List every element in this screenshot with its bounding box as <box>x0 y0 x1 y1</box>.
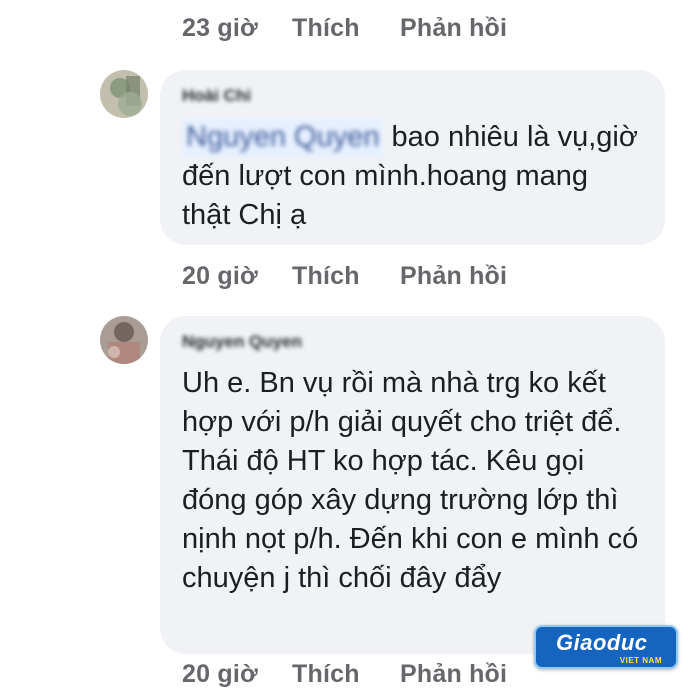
mention-tag[interactable]: Nguyen Quyen <box>182 118 384 157</box>
comment-actions: 20 giờ Thích Phản hồi <box>182 262 507 291</box>
comment-bubble: Hoài Chi Nguyen Quyen bao nhiêu là vụ,gi… <box>160 70 665 245</box>
comment-author[interactable]: Nguyen Quyen <box>182 332 643 358</box>
avatar-photo-icon <box>100 70 148 118</box>
like-link[interactable]: Thích <box>292 660 400 689</box>
like-link[interactable]: Thích <box>292 14 400 43</box>
comment-text: Uh e. Bn vụ rồi mà nhà trg ko kết hợp vớ… <box>182 367 639 594</box>
comment-author[interactable]: Hoài Chi <box>182 86 643 112</box>
avatar[interactable] <box>100 316 148 364</box>
reply-link[interactable]: Phản hồi <box>400 660 507 689</box>
reply-link[interactable]: Phản hồi <box>400 262 507 291</box>
comment-text: Nguyen Quyen bao nhiêu là vụ,giờ đến lượ… <box>182 118 643 235</box>
comment-timestamp: 23 giờ <box>182 14 258 42</box>
watermark-text: Giaoduc <box>556 630 648 655</box>
comment-bubble: Nguyen Quyen Uh e. Bn vụ rồi mà nhà trg … <box>160 316 665 654</box>
comment-actions-top: 23 giờ Thích Phản hồi <box>182 14 507 43</box>
comment-timestamp: 20 giờ <box>182 262 258 290</box>
avatar[interactable] <box>100 70 148 118</box>
comment-timestamp: 20 giờ <box>182 660 258 688</box>
watermark-subtext: VIET NAM <box>619 656 662 665</box>
like-link[interactable]: Thích <box>292 262 400 291</box>
avatar-photo-icon <box>100 316 148 364</box>
reply-link[interactable]: Phản hồi <box>400 14 507 43</box>
giaoduc-logo: Giaoduc VIET NAM <box>534 625 678 669</box>
comment-actions: 20 giờ Thích Phản hồi <box>182 660 507 689</box>
